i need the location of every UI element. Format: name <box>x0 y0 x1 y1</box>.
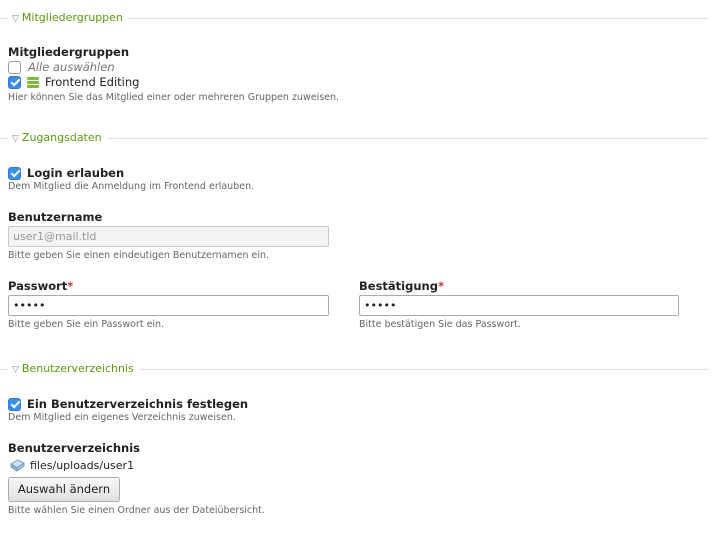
select-all-row[interactable]: Alle auswählen <box>8 60 115 74</box>
homedir-path: files/uploads/user1 <box>10 458 134 472</box>
member-group-icon <box>27 76 39 88</box>
assign-dir-row[interactable]: Ein Benutzerverzeichnis festlegen <box>8 397 248 411</box>
frontend-editing-label[interactable]: Frontend Editing <box>45 75 139 89</box>
homedir-label: Benutzerverzeichnis <box>8 441 140 455</box>
password-label: Passwort* <box>8 279 74 293</box>
groups-heading: Mitgliedergruppen <box>8 45 130 59</box>
confirm-help-text: Bitte bestätigen Sie das Passwort. <box>359 319 521 330</box>
select-all-label[interactable]: Alle auswählen <box>28 60 115 74</box>
login-label[interactable]: Login erlauben <box>27 166 124 180</box>
username-input[interactable]: user1@mail.tld <box>8 226 329 247</box>
select-all-checkbox[interactable] <box>8 60 21 74</box>
change-selection-button[interactable]: Auswahl ändern <box>8 477 120 502</box>
login-row[interactable]: Login erlauben <box>8 166 124 180</box>
assign-dir-label[interactable]: Ein Benutzerverzeichnis festlegen <box>27 397 248 411</box>
confirm-input[interactable]: ••••• <box>359 295 679 316</box>
collapse-triangle-icon[interactable]: ▽ <box>12 14 19 24</box>
password-input[interactable]: ••••• <box>8 295 329 316</box>
password-help-text: Bitte geben Sie ein Passwort ein. <box>8 319 165 330</box>
group-frontend-editing[interactable]: Frontend Editing <box>8 75 139 89</box>
frontend-editing-checkbox[interactable] <box>8 75 21 89</box>
confirm-label: Bestätigung* <box>359 279 444 293</box>
legend-label: Benutzerverzeichnis <box>21 362 134 375</box>
username-label: Benutzername <box>8 210 103 224</box>
assign-dir-checkbox[interactable] <box>8 397 21 411</box>
homedir-help-text: Bitte wählen Sie einen Ordner aus der Da… <box>8 505 265 516</box>
homedir-path-text: files/uploads/user1 <box>30 458 135 472</box>
login-help-text: Dem Mitglied die Anmeldung im Frontend e… <box>8 181 255 192</box>
login-checkbox[interactable] <box>8 166 21 180</box>
folder-icon <box>10 459 25 472</box>
required-marker: * <box>67 279 74 293</box>
collapse-triangle-icon[interactable]: ▽ <box>12 134 19 144</box>
legend-label: Mitgliedergruppen <box>21 11 123 24</box>
assign-dir-help-text: Dem Mitglied ein eigenes Verzeichnis zuw… <box>8 412 236 423</box>
groups-help-text: Hier können Sie das Mitglied einer oder … <box>8 92 340 103</box>
legend-benutzerverzeichnis[interactable]: ▽ Benutzerverzeichnis <box>0 362 719 377</box>
legend-zugangsdaten[interactable]: ▽ Zugangsdaten <box>0 131 719 146</box>
legend-mitgliedergruppen[interactable]: ▽ Mitgliedergruppen <box>0 11 719 26</box>
collapse-triangle-icon[interactable]: ▽ <box>12 365 19 375</box>
username-help-text: Bitte geben Sie einen eindeutigen Benutz… <box>8 250 270 261</box>
required-marker: * <box>437 279 444 293</box>
legend-label: Zugangsdaten <box>21 131 102 144</box>
